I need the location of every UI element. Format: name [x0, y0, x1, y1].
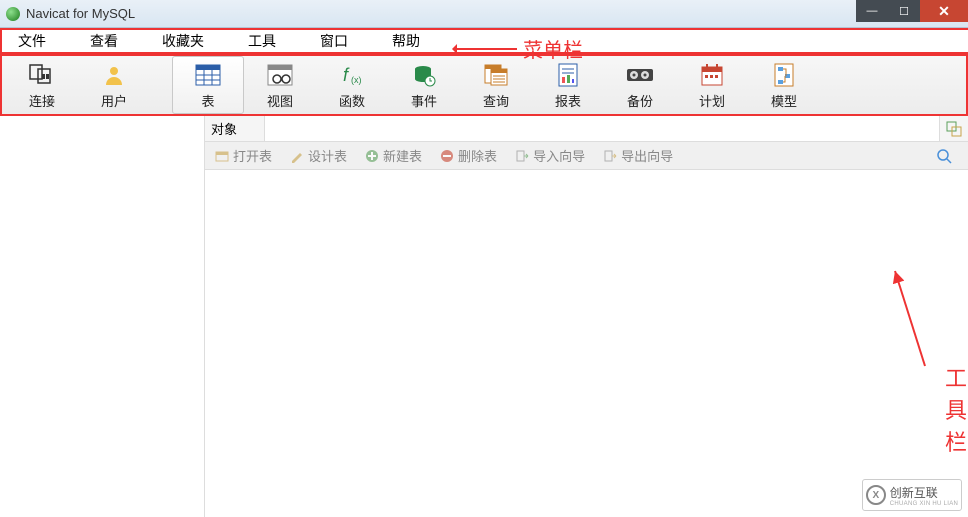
main-toolbar: 连接 用户 表 视图 f(x) 函数 事件 查询 — [0, 54, 968, 116]
toolbar-model-label: 模型 — [771, 91, 797, 110]
watermark: X 创新互联 CHUANG XIN HU LIAN — [862, 479, 962, 511]
view-icon — [266, 61, 294, 89]
toolbar-connect-label: 连接 — [29, 91, 55, 110]
toolbar-table[interactable]: 表 — [172, 56, 244, 114]
toolbar-event[interactable]: 事件 — [388, 56, 460, 114]
watermark-brand: 创新互联 — [890, 484, 958, 501]
watermark-sub: CHUANG XIN HU LIAN — [890, 501, 958, 507]
toolbar-event-label: 事件 — [411, 91, 437, 110]
title-bar: Navicat for MySQL — ☐ ✕ — [0, 0, 968, 28]
menu-favorite[interactable]: 收藏夹 — [150, 29, 216, 53]
toolbar-backup-label: 备份 — [627, 91, 653, 110]
svg-text:(x): (x) — [351, 75, 362, 85]
function-icon: f(x) — [338, 61, 366, 89]
objtool-import[interactable]: 导入向导 — [515, 146, 585, 165]
toolbar-model[interactable]: 模型 — [748, 56, 820, 114]
object-toolbar: 打开表 设计表 新建表 删除表 导入向导 导出向导 — [205, 142, 968, 170]
toolbar-user[interactable]: 用户 — [78, 56, 150, 114]
plug-icon — [28, 61, 56, 89]
schedule-icon — [698, 61, 726, 89]
query-icon — [482, 61, 510, 89]
window-minimize-button[interactable]: — — [856, 0, 888, 22]
toolbar-table-label: 表 — [201, 91, 214, 110]
objtool-search[interactable] — [930, 148, 958, 164]
menu-annotation-arrow: 菜单栏 — [457, 34, 583, 63]
toolbar-connect[interactable]: 连接 — [6, 56, 78, 114]
event-icon — [410, 61, 438, 89]
object-tab-row: 对象 — [205, 116, 968, 142]
menu-bar: 文件 查看 收藏夹 工具 窗口 帮助 菜单栏 — [0, 28, 968, 54]
content-area: 对象 打开表 设计表 新建表 删除表 — [205, 116, 968, 517]
table-icon — [194, 61, 222, 89]
model-icon — [770, 61, 798, 89]
toolbar-function[interactable]: f(x) 函数 — [316, 56, 388, 114]
menu-help[interactable]: 帮助 — [380, 29, 432, 53]
report-icon — [554, 61, 582, 89]
toolbar-view[interactable]: 视图 — [244, 56, 316, 114]
toolbar-schedule-label: 计划 — [699, 91, 725, 110]
objtool-export[interactable]: 导出向导 — [603, 146, 673, 165]
toolbar-report[interactable]: 报表 — [532, 56, 604, 114]
menu-view[interactable]: 查看 — [78, 29, 130, 53]
window-title: Navicat for MySQL — [26, 6, 135, 21]
window-maximize-button[interactable]: ☐ — [888, 0, 920, 22]
app-logo-icon — [6, 7, 20, 21]
menu-file[interactable]: 文件 — [6, 29, 58, 53]
toolbar-backup[interactable]: 备份 — [604, 56, 676, 114]
toolbar-function-label: 函数 — [339, 91, 365, 110]
objtool-new[interactable]: 新建表 — [365, 146, 422, 165]
toolbar-view-label: 视图 — [267, 91, 293, 110]
toolbar-schedule[interactable]: 计划 — [676, 56, 748, 114]
objtool-design[interactable]: 设计表 — [290, 146, 347, 165]
menu-tools[interactable]: 工具 — [236, 29, 288, 53]
menu-window[interactable]: 窗口 — [308, 29, 360, 53]
svg-text:f: f — [343, 65, 350, 85]
object-tab[interactable]: 对象 — [205, 116, 265, 141]
object-side-icon[interactable] — [940, 116, 968, 141]
toolbar-report-label: 报表 — [555, 91, 581, 110]
menu-annotation-label: 菜单栏 — [523, 34, 583, 63]
toolbar-query[interactable]: 查询 — [460, 56, 532, 114]
toolbar-annotation-label: 工具栏 — [945, 361, 968, 457]
object-path-field[interactable] — [265, 116, 940, 141]
watermark-logo-icon: X — [866, 485, 886, 505]
user-icon — [100, 61, 128, 89]
window-close-button[interactable]: ✕ — [920, 0, 968, 22]
toolbar-user-label: 用户 — [101, 91, 127, 110]
main-area: 对象 打开表 设计表 新建表 删除表 — [0, 116, 968, 517]
objtool-open[interactable]: 打开表 — [215, 146, 272, 165]
connection-tree-sidebar[interactable] — [0, 116, 205, 517]
objtool-delete[interactable]: 删除表 — [440, 146, 497, 165]
toolbar-annotation-arrow — [885, 266, 965, 376]
window-controls: — ☐ ✕ — [856, 0, 968, 22]
toolbar-query-label: 查询 — [483, 91, 509, 110]
backup-icon — [626, 61, 654, 89]
